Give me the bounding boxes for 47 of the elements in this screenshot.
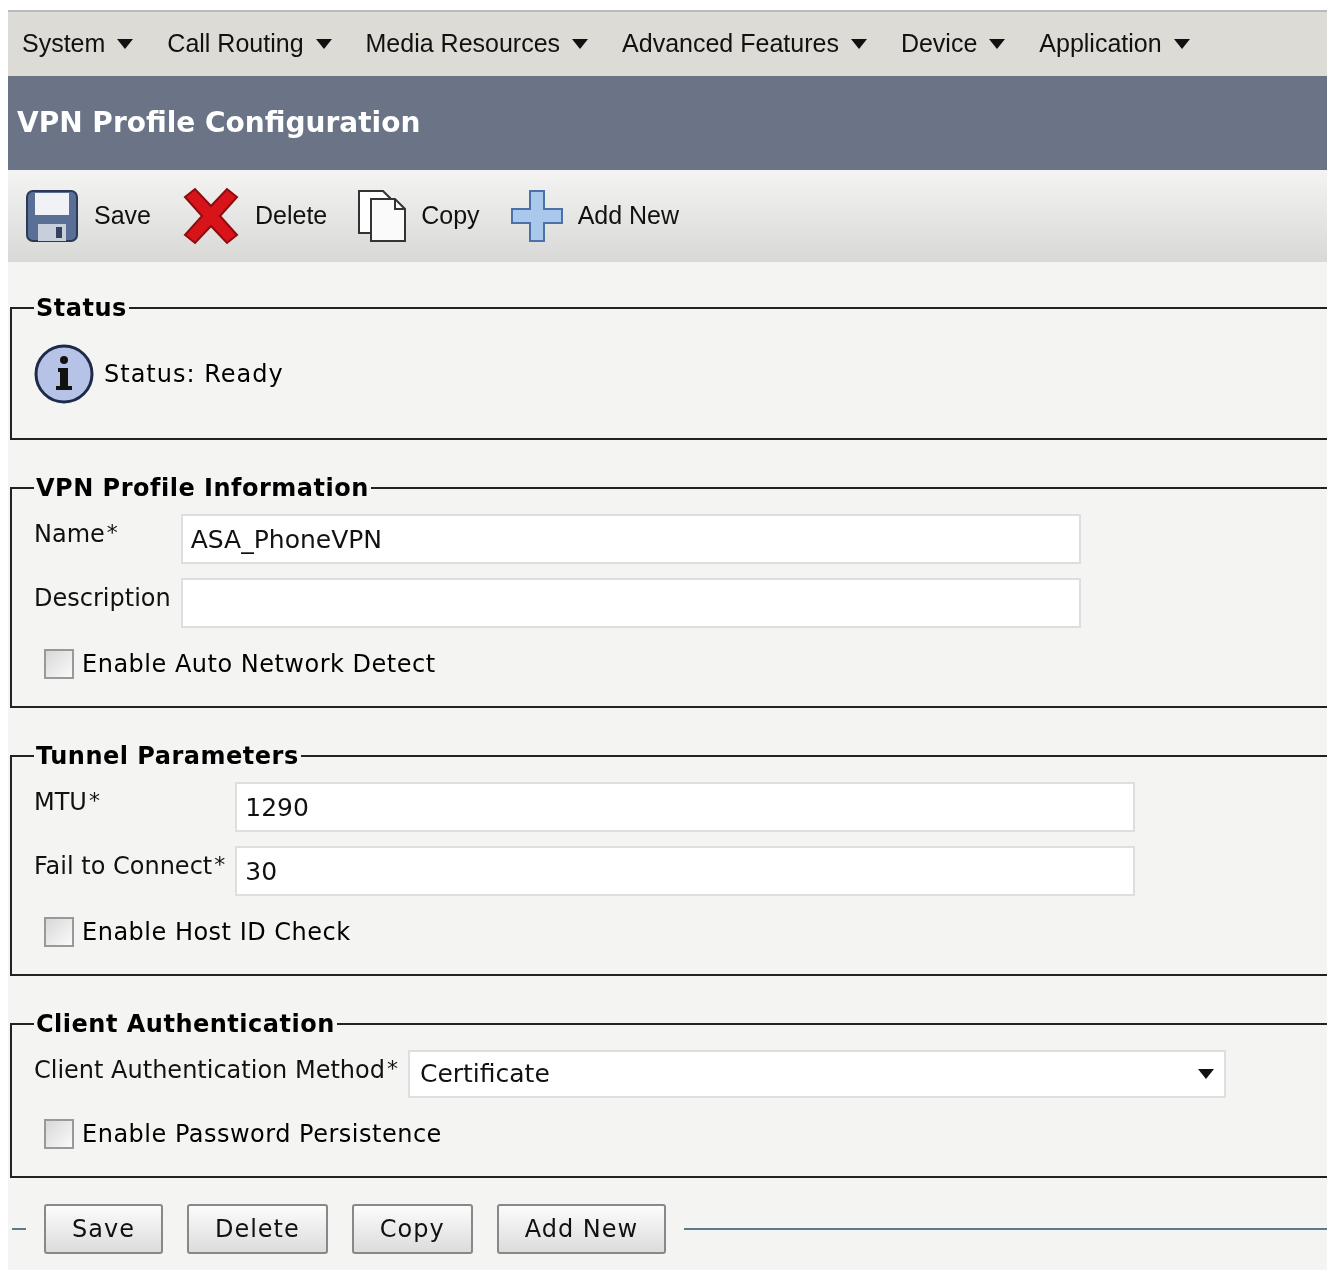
- caret-icon: [572, 39, 589, 49]
- add-toolbar-button[interactable]: Add New: [509, 189, 700, 243]
- x-icon: [181, 187, 241, 245]
- plus-icon: [509, 189, 564, 243]
- checkbox-option[interactable]: Enable Host ID Check: [44, 914, 351, 950]
- field-label: MTU*: [34, 787, 101, 818]
- field-label: Fail to Connect*: [34, 851, 227, 882]
- text-field[interactable]: ASA_PhoneVPN: [180, 514, 1081, 564]
- menu-item[interactable]: Call Routing: [167, 25, 332, 63]
- form-button[interactable]: Copy: [351, 1204, 473, 1254]
- delete-toolbar-button[interactable]: Delete: [181, 187, 348, 245]
- text-field[interactable]: 1290: [235, 782, 1136, 832]
- section-title: Client Authentication: [35, 1009, 336, 1040]
- form-button[interactable]: Delete: [186, 1204, 328, 1254]
- menu-item[interactable]: Application: [1039, 25, 1190, 63]
- status-text: Status: Ready: [104, 359, 284, 390]
- form-button[interactable]: Save: [44, 1204, 163, 1254]
- menu-item[interactable]: Device: [900, 25, 1006, 63]
- section-title: Status: [35, 293, 128, 324]
- caret-icon: [1197, 1069, 1214, 1079]
- form-button[interactable]: Add New: [496, 1204, 667, 1254]
- menu-item[interactable]: Media Resources: [365, 25, 589, 63]
- menu-item[interactable]: System: [22, 25, 134, 63]
- checkbox[interactable]: [44, 1119, 74, 1149]
- caret-icon: [1173, 39, 1190, 49]
- caret-icon: [315, 39, 332, 49]
- copy-icon: [357, 189, 408, 243]
- dropdown[interactable]: Certificate: [407, 1050, 1226, 1098]
- copy-toolbar-button[interactable]: Copy: [357, 189, 500, 243]
- save-toolbar-button[interactable]: Save: [24, 188, 171, 244]
- text-field[interactable]: 30: [235, 846, 1136, 896]
- section-title: VPN Profile Information: [35, 473, 370, 504]
- checkbox[interactable]: [44, 649, 74, 679]
- page-title: VPN Profile Configuration: [17, 105, 421, 141]
- caret-icon: [850, 39, 867, 49]
- caret-icon: [117, 39, 134, 49]
- checkbox[interactable]: [44, 917, 74, 947]
- checkbox-option[interactable]: Enable Auto Network Detect: [44, 646, 436, 682]
- section-title: Tunnel Parameters: [35, 741, 300, 772]
- text-field[interactable]: [180, 578, 1081, 628]
- field-label: Description: [34, 583, 172, 614]
- menu-item[interactable]: Advanced Features: [622, 25, 867, 63]
- field-label: Name*: [34, 519, 119, 550]
- field-label: Client Authentication Method*: [34, 1055, 399, 1086]
- info-icon: [34, 344, 94, 404]
- caret-icon: [989, 39, 1006, 49]
- checkbox-option[interactable]: Enable Password Persistence: [44, 1116, 442, 1152]
